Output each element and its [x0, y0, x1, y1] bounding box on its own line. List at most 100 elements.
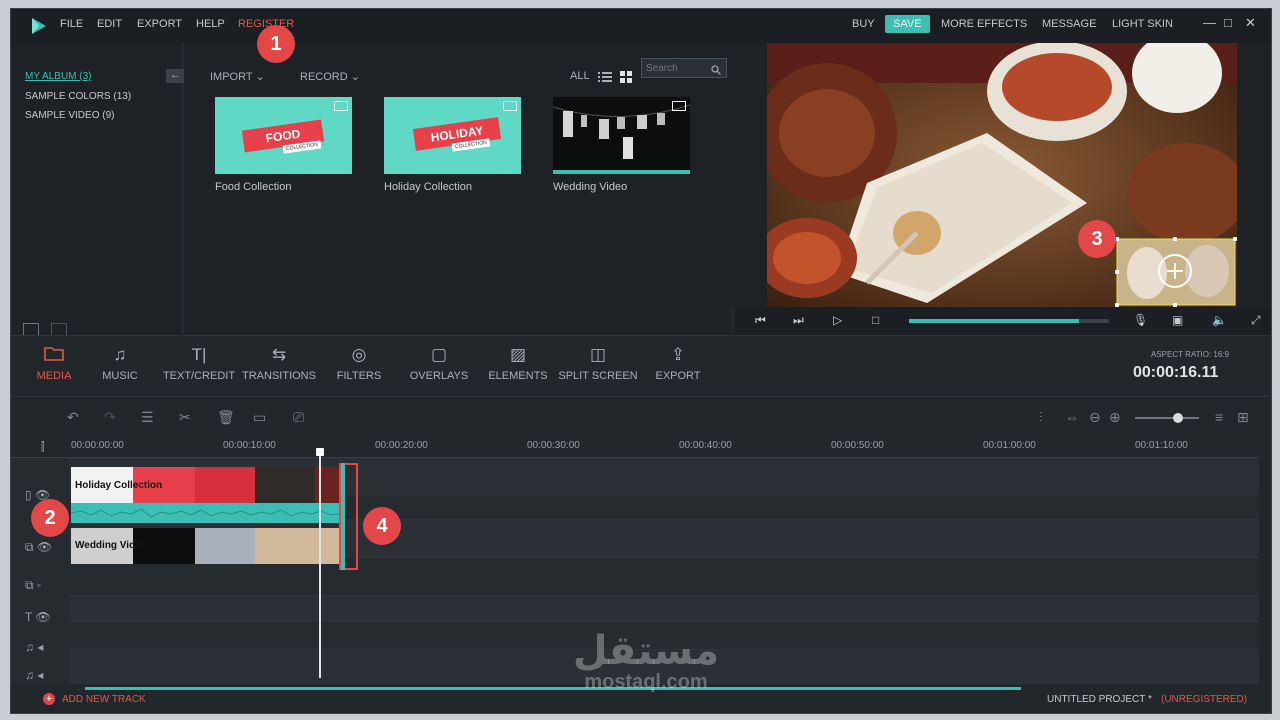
playback-progress-fill: [909, 319, 1079, 323]
plus-icon[interactable]: +: [43, 693, 55, 705]
scrollbar-gutter: [1259, 438, 1271, 684]
snap-icon[interactable]: ⫿: [41, 441, 45, 454]
stop-icon[interactable]: □: [872, 313, 879, 327]
redo-icon[interactable]: ↷: [104, 409, 116, 426]
tab-transitions-label: TRANSITIONS: [242, 370, 316, 382]
ruler-tick: 00:00:10:00: [223, 440, 276, 451]
zoom-out-icon[interactable]: ⊖: [1089, 409, 1101, 426]
media-thumb-food[interactable]: FOOD COLLECTION: [215, 97, 352, 174]
tab-elements[interactable]: ▨ ELEMENTS: [475, 344, 561, 382]
tab-overlays[interactable]: ▢ OVERLAYS: [396, 344, 482, 382]
video-preview[interactable]: [767, 43, 1237, 307]
minimize-button[interactable]: —: [1203, 15, 1216, 30]
timeline-horizontal-scrollbar[interactable]: [85, 687, 1021, 690]
clip-audio-waveform[interactable]: [70, 503, 346, 523]
buy-link[interactable]: BUY: [852, 18, 875, 30]
undo-icon[interactable]: ↶: [67, 409, 79, 426]
app-logo-icon: [29, 16, 49, 36]
record-dropdown[interactable]: RECORD ⌄: [300, 70, 360, 83]
filter-all[interactable]: ALL: [570, 70, 590, 82]
food-art-title: FOOD: [264, 126, 302, 146]
light-skin-link[interactable]: LIGHT SKIN: [1112, 18, 1173, 30]
pip-track-icon: ⧉ ◦: [25, 578, 42, 592]
playhead-handle[interactable]: [316, 448, 324, 456]
crop-icon[interactable]: ▭: [253, 409, 266, 426]
playback-progress[interactable]: [909, 319, 1109, 323]
clip-wedding-video[interactable]: Wedding Video: [71, 528, 345, 564]
playback-controls: ⏮ ⏭ ▷ □ 🎙 ▣ 🔈 ⤢: [735, 307, 1271, 335]
play-icon[interactable]: ▷: [833, 313, 842, 327]
media-thumb-holiday[interactable]: HOLIDAY COLLECTION: [384, 97, 521, 174]
tab-overlays-label: OVERLAYS: [409, 370, 469, 382]
zoom-slider[interactable]: [1135, 413, 1199, 423]
voiceover-icon[interactable]: ⎚: [293, 409, 304, 426]
search-icon: [711, 62, 721, 75]
watermark-latin: mostaql.com: [584, 671, 708, 693]
ruler-tick: 00:00:50:00: [831, 440, 884, 451]
zoom-in-icon[interactable]: ⊕: [1109, 409, 1121, 426]
step-back-icon[interactable]: ⏭: [793, 313, 804, 328]
tab-transitions[interactable]: ⇆ TRANSITIONS: [236, 344, 322, 382]
grid-view-icon[interactable]: [620, 70, 632, 83]
add-new-track-button[interactable]: ADD NEW TRACK: [62, 694, 146, 705]
album-sample-video[interactable]: SAMPLE VIDEO (9): [25, 110, 114, 121]
annotation-badge-3: 3: [1078, 220, 1116, 258]
media-label-food: Food Collection: [215, 181, 292, 193]
ruler-tick: 00:00:20:00: [375, 440, 428, 451]
save-button[interactable]: SAVE: [885, 15, 930, 33]
cut-icon[interactable]: ✂: [179, 409, 191, 426]
list-view-icon[interactable]: [598, 70, 612, 82]
tab-export-label: EXPORT: [655, 370, 701, 382]
tab-split-screen[interactable]: ◫ SPLIT SCREEN: [555, 344, 641, 382]
delete-icon[interactable]: 🗑: [217, 409, 235, 426]
timeline-ruler[interactable]: ⫿ 00:00:00:00 00:00:10:00 00:00:20:00 00…: [11, 438, 1259, 458]
media-thumb-wedding[interactable]: [552, 97, 691, 174]
clip-holiday-collection[interactable]: Holiday Collection: [71, 467, 345, 503]
video-type-icon: [334, 101, 348, 111]
import-dropdown[interactable]: IMPORT ⌄: [210, 70, 265, 83]
playhead[interactable]: [319, 452, 321, 678]
tool-tabs: MEDIA ♫ MUSIC T| TEXT/CREDIT ⇆ TRANSITIONS …: [11, 335, 1271, 397]
tab-text-label: TEXT/CREDIT: [162, 370, 236, 382]
tab-export[interactable]: ⇪ EXPORT: [635, 344, 721, 382]
menu-export[interactable]: EXPORT: [137, 18, 182, 30]
audio-mixer-icon[interactable]: ⫶: [1039, 409, 1043, 426]
maximize-button[interactable]: □: [1224, 15, 1232, 30]
volume-icon[interactable]: 🔈: [1212, 313, 1227, 327]
fullscreen-icon[interactable]: ⤢: [1251, 313, 1261, 328]
microphone-icon[interactable]: 🎙: [1133, 313, 1148, 327]
timecode-display: 00:00:16.11: [1133, 364, 1219, 381]
snapshot-icon[interactable]: ▣: [1172, 313, 1183, 327]
menu-edit[interactable]: EDIT: [97, 18, 122, 30]
preview-right-margin: [1237, 43, 1271, 307]
tab-music[interactable]: ♫ MUSIC: [77, 344, 163, 382]
video-type-icon: [672, 101, 686, 111]
tab-text-credit[interactable]: T| TEXT/CREDIT: [156, 344, 242, 382]
prev-frame-icon[interactable]: ⏮: [755, 313, 766, 328]
clip-end-handle[interactable]: [341, 463, 345, 570]
music-icon: ♫: [113, 345, 127, 364]
close-button[interactable]: ✕: [1245, 15, 1256, 31]
track-text: [69, 596, 1259, 622]
list-view-icon[interactable]: ≡: [1215, 409, 1223, 425]
zoom-slider-thumb[interactable]: [1173, 413, 1183, 423]
collapse-arrow-icon[interactable]: ←: [166, 69, 184, 83]
text-icon: T|: [191, 345, 207, 364]
ruler-tick: 00:00:00:00: [71, 440, 124, 451]
menu-file[interactable]: FILE: [60, 18, 83, 30]
elements-icon: ▨: [509, 345, 527, 364]
album-my-album[interactable]: MY ALBUM (3): [25, 71, 92, 82]
adjust-icon[interactable]: ☰: [141, 409, 154, 426]
aspect-ratio-label: ASPECT RATIO: 16:9: [1151, 350, 1229, 359]
media-library: IMPORT ⌄ RECORD ⌄ ALL FOOD COLLECTION Fo…: [184, 43, 730, 335]
menu-help[interactable]: HELP: [196, 18, 225, 30]
message-link[interactable]: MESSAGE: [1042, 18, 1096, 30]
fit-timeline-icon[interactable]: ⇔: [1065, 409, 1079, 425]
album-sample-colors[interactable]: SAMPLE COLORS (13): [25, 91, 131, 102]
more-effects-link[interactable]: MORE EFFECTS: [941, 18, 1027, 30]
chevron-down-icon: ⌄: [350, 71, 360, 83]
clip-title: Wedding Video: [75, 540, 147, 551]
tab-filters[interactable]: ◎ FILTERS: [316, 344, 402, 382]
grid-view-icon[interactable]: ⊞: [1237, 409, 1249, 426]
overlays-icon: ▢: [430, 345, 448, 364]
